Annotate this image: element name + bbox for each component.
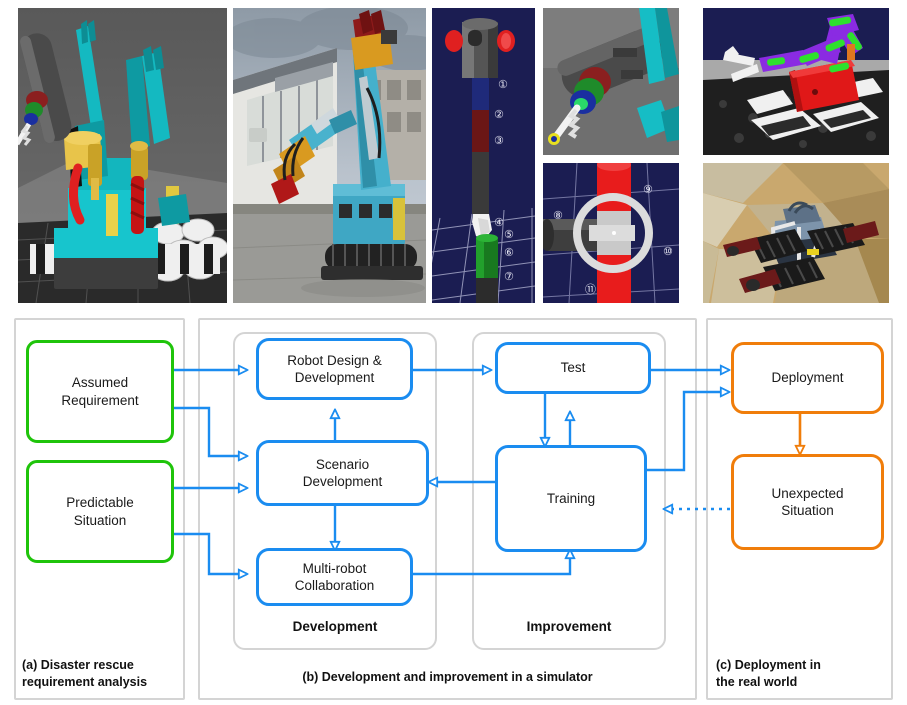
- photo-simulated-excavator-dual-arm: [18, 8, 227, 303]
- node-assumed-requirement[interactable]: Assumed Requirement: [26, 340, 174, 443]
- node-unexpected-situation-line1: Unexpected: [771, 485, 844, 501]
- photo-simulated-drill-endeffector: [543, 8, 679, 155]
- svg-text:④: ④: [494, 216, 504, 229]
- svg-text:⑦: ⑦: [504, 270, 514, 283]
- photo-simulated-arm-link-annotated: ① ② ③ ④ ⑤ ⑥ ⑦: [432, 8, 535, 303]
- node-deployment-label: Deployment: [771, 370, 844, 386]
- node-robot-design-line2: Development: [294, 370, 375, 385]
- svg-text:③: ③: [494, 134, 504, 147]
- node-test-label: Test: [560, 360, 586, 376]
- photo-real-tracked-robot: [703, 163, 889, 303]
- svg-text:⑤: ⑤: [504, 228, 514, 241]
- node-predictable-situation-line2: Situation: [73, 512, 127, 528]
- node-training[interactable]: Training: [495, 445, 647, 552]
- node-multirobot-collaboration-line2: Collaboration: [294, 578, 375, 593]
- node-robot-design-development[interactable]: Robot Design & Development: [256, 338, 413, 400]
- svg-text:⑩: ⑩: [663, 245, 673, 258]
- node-assumed-requirement-line2: Requirement: [61, 392, 139, 408]
- node-scenario-development[interactable]: Scenario Development: [256, 440, 429, 506]
- node-multirobot-collaboration[interactable]: Multi-robot Collaboration: [256, 548, 413, 606]
- photo-simulated-tracked-robot-arm: [703, 8, 889, 155]
- node-unexpected-situation[interactable]: Unexpected Situation: [731, 454, 884, 550]
- photo-strip: ① ② ③ ④ ⑤ ⑥ ⑦ ⑨ ⑧ ⑩ ⑪: [0, 0, 907, 312]
- node-test[interactable]: Test: [495, 342, 651, 394]
- pipeline-diagram: Assumed Requirement Predictable Situatio…: [0, 312, 907, 705]
- node-training-label: Training: [546, 490, 596, 506]
- node-assumed-requirement-line1: Assumed: [71, 375, 129, 391]
- svg-text:⑥: ⑥: [504, 246, 514, 259]
- node-deployment[interactable]: Deployment: [731, 342, 884, 414]
- svg-text:①: ①: [498, 78, 508, 91]
- node-scenario-development-line1: Scenario: [315, 456, 370, 472]
- figure-root: ① ② ③ ④ ⑤ ⑥ ⑦ ⑨ ⑧ ⑩ ⑪ Assumed Requiremen…: [0, 0, 907, 705]
- node-predictable-situation[interactable]: Predictable Situation: [26, 460, 174, 563]
- node-predictable-situation-line1: Predictable: [66, 495, 134, 511]
- svg-text:②: ②: [494, 108, 504, 121]
- node-unexpected-situation-line2: Situation: [781, 503, 834, 518]
- photo-real-excavator: [233, 8, 426, 303]
- node-scenario-development-line2: Development: [302, 474, 383, 489]
- svg-text:⑨: ⑨: [643, 183, 653, 196]
- node-multirobot-collaboration-line1: Multi-robot: [302, 560, 367, 576]
- node-robot-design-line1: Robot Design &: [287, 352, 382, 368]
- photo-simulated-joint-annotated: ⑨ ⑧ ⑩ ⑪: [543, 163, 679, 303]
- svg-text:⑪: ⑪: [585, 283, 596, 296]
- svg-text:⑧: ⑧: [553, 209, 563, 222]
